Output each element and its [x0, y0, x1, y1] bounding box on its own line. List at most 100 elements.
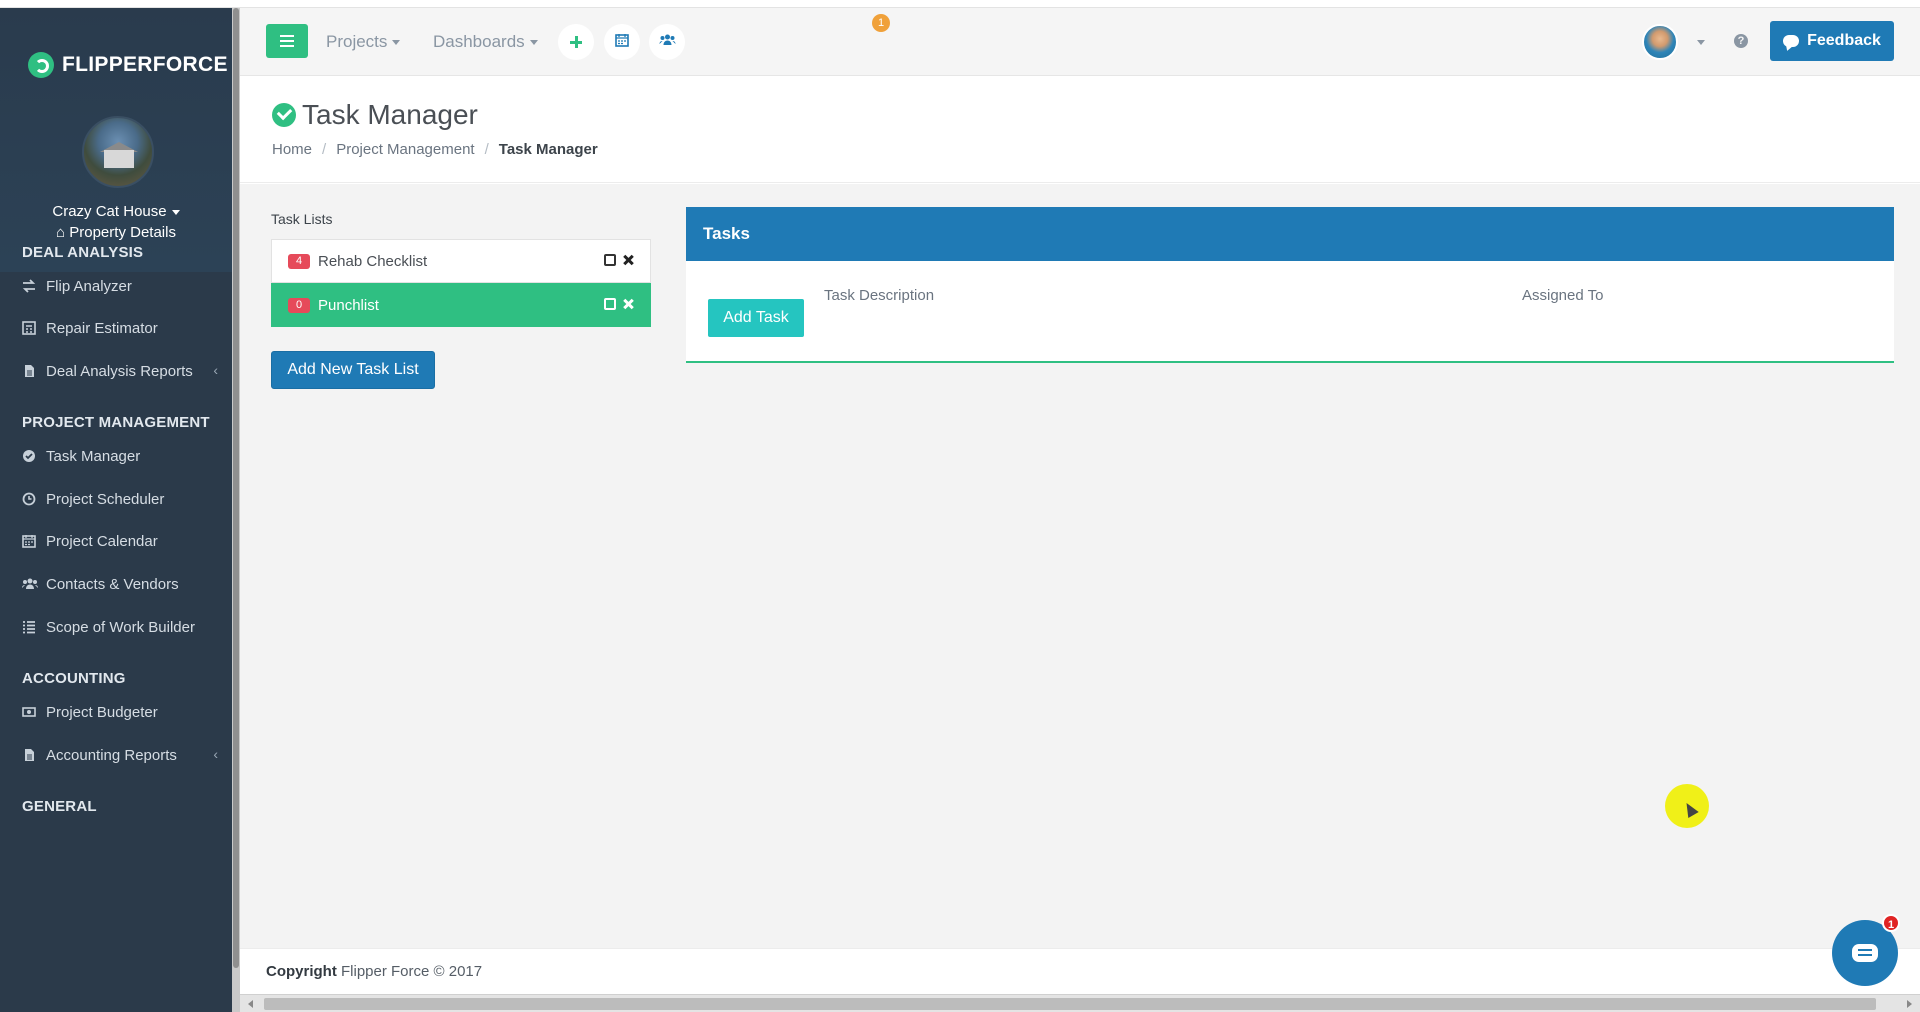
chat-unread-badge: 1	[1882, 914, 1900, 932]
breadcrumb-home[interactable]: Home	[272, 141, 312, 158]
nav-section-project-management: PROJECT MANAGEMENT	[22, 414, 210, 431]
caret-down-icon	[392, 40, 401, 46]
property-details-link[interactable]: ⌂ Property Details	[0, 224, 232, 241]
money-icon	[22, 705, 36, 719]
breadcrumb-separator: /	[484, 141, 489, 158]
nav-section-general: GENERAL	[22, 798, 97, 815]
app-window: FLIPPERFORCE Crazy Cat House ⌂ Property …	[0, 0, 1920, 1012]
page-header: Task Manager Home / Project Management /…	[240, 77, 1920, 183]
task-list-item-rehab-checklist[interactable]: 4 Rehab Checklist	[271, 239, 651, 283]
tasks-panel: Tasks Add Task Task Description Assigned…	[686, 207, 1894, 363]
task-list-name: Punchlist	[318, 296, 379, 314]
sidebar-item-label: Project Budgeter	[46, 703, 158, 721]
sidebar-item-project-budgeter[interactable]: Project Budgeter	[22, 697, 222, 727]
comment-icon	[1783, 35, 1800, 47]
add-task-button[interactable]: Add Task	[708, 299, 804, 337]
feedback-label: Feedback	[1807, 32, 1881, 49]
delete-icon[interactable]	[622, 254, 634, 266]
column-header-task-description: Task Description	[824, 287, 935, 304]
scroll-right-icon[interactable]	[1907, 1000, 1912, 1008]
property-details-label: Property Details	[69, 224, 176, 241]
breadcrumb-separator: /	[322, 141, 327, 158]
dashboards-dropdown[interactable]: Dashboards	[433, 32, 538, 52]
task-list-actions	[604, 298, 634, 310]
help-icon[interactable]: ?	[1734, 34, 1748, 48]
copyright-text: Copyright Flipper Force © 2017	[266, 963, 482, 980]
sidebar-item-label: Deal Analysis Reports	[46, 362, 193, 380]
scroll-left-icon[interactable]	[248, 1000, 253, 1008]
plus-icon-stroke	[574, 36, 578, 48]
feedback-button[interactable]: Feedback	[1770, 21, 1894, 61]
task-list-actions	[604, 254, 634, 266]
task-list-name: Rehab Checklist	[318, 252, 428, 270]
sidebar-item-label: Project Scheduler	[46, 490, 165, 508]
check-circle-icon	[22, 449, 36, 463]
copyright-label: Copyright	[266, 963, 337, 980]
chevron-left-icon: ‹	[213, 746, 218, 762]
sidebar-scrollbar[interactable]	[232, 8, 240, 1012]
sidebar-item-project-calendar[interactable]: Project Calendar	[22, 526, 222, 556]
sidebar-item-label: Project Calendar	[46, 532, 158, 550]
breadcrumb-current: Task Manager	[498, 141, 598, 158]
logo-icon	[28, 52, 54, 78]
brand-logo[interactable]: FLIPPERFORCE	[28, 52, 228, 78]
projects-label: Projects	[326, 32, 388, 51]
chat-icon	[1852, 944, 1878, 962]
nav-section-deal-analysis: DEAL ANALYSIS	[22, 244, 144, 261]
hamburger-icon	[280, 35, 294, 37]
dashboards-label: Dashboards	[433, 32, 525, 51]
exchange-icon	[22, 279, 36, 293]
sidebar-item-label: Flip Analyzer	[46, 277, 132, 295]
edit-icon[interactable]	[604, 254, 616, 266]
sidebar-item-scope-of-work-builder[interactable]: Scope of Work Builder	[22, 612, 222, 642]
user-menu-caret-icon[interactable]	[1697, 40, 1705, 45]
projects-dropdown[interactable]: Projects	[326, 32, 401, 52]
sidebar-item-repair-estimator[interactable]: Repair Estimator	[22, 313, 222, 343]
calendar-button[interactable]	[604, 24, 640, 60]
nav-section-accounting: ACCOUNTING	[22, 670, 126, 687]
add-button[interactable]	[558, 24, 594, 60]
property-selector[interactable]: Crazy Cat House	[0, 203, 232, 220]
task-lists-heading: Task Lists	[271, 211, 333, 227]
main-content: Task Lists 4 Rehab Checklist 0 Punchlist…	[240, 184, 1920, 948]
sidebar-item-label: Contacts & Vendors	[46, 575, 179, 593]
sidebar-scrollbar-thumb[interactable]	[233, 8, 239, 968]
horizontal-scrollbar-thumb[interactable]	[264, 998, 1876, 1010]
sidebar-item-project-scheduler[interactable]: Project Scheduler	[22, 484, 222, 514]
topbar: Projects Dashboards 1 ? Feedback	[240, 8, 1920, 76]
notification-badge: 1	[872, 14, 890, 32]
sidebar-item-flip-analyzer[interactable]: Flip Analyzer	[22, 271, 222, 301]
window-top-edge	[0, 0, 1920, 8]
menu-toggle-button[interactable]	[266, 24, 308, 58]
delete-icon[interactable]	[622, 298, 634, 310]
caret-down-icon	[529, 40, 538, 46]
sidebar-item-task-manager[interactable]: Task Manager	[22, 441, 222, 471]
sidebar-item-label: Repair Estimator	[46, 319, 158, 337]
breadcrumb: Home / Project Management / Task Manager	[272, 141, 598, 158]
add-new-task-list-button[interactable]: Add New Task List	[271, 351, 435, 389]
caret-down-icon	[171, 209, 180, 215]
page-title: Task Manager	[302, 99, 478, 130]
calendar-icon	[22, 534, 36, 548]
property-avatar[interactable]	[82, 116, 154, 188]
home-icon: ⌂	[56, 224, 66, 241]
sidebar-item-deal-analysis-reports[interactable]: Deal Analysis Reports ‹	[22, 356, 222, 386]
sidebar-item-label: Task Manager	[46, 447, 141, 465]
task-count-badge: 0	[288, 297, 310, 313]
hamburger-icon-line	[280, 45, 294, 47]
clock-icon	[22, 492, 36, 506]
sidebar-item-contacts-vendors[interactable]: Contacts & Vendors	[22, 569, 222, 599]
horizontal-scrollbar[interactable]	[240, 994, 1920, 1012]
sidebar-item-accounting-reports[interactable]: Accounting Reports ‹	[22, 740, 222, 770]
users-icon	[22, 577, 38, 591]
copyright-value: Flipper Force © 2017	[341, 963, 483, 980]
hamburger-icon-line	[280, 40, 294, 42]
edit-icon[interactable]	[604, 298, 616, 310]
user-avatar[interactable]	[1642, 24, 1678, 60]
file-icon	[22, 748, 36, 762]
calculator-icon	[22, 321, 36, 335]
breadcrumb-project-management[interactable]: Project Management	[336, 141, 474, 158]
task-list-item-punchlist[interactable]: 0 Punchlist	[271, 283, 651, 327]
team-button[interactable]	[649, 24, 685, 60]
list-icon	[22, 620, 36, 634]
